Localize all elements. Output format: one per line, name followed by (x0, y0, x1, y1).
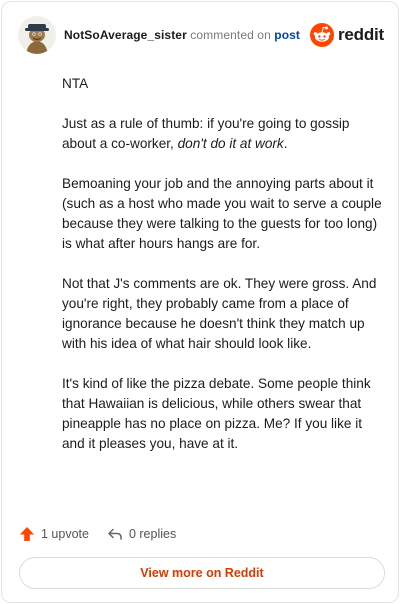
post-link[interactable]: post (274, 28, 300, 42)
comment-body: NTA Just as a rule of thumb: if you're g… (62, 74, 382, 474)
commented-on-text: commented on (190, 28, 271, 42)
upvote-button[interactable]: 1 upvote (19, 526, 89, 542)
comment-actions: 1 upvote 0 replies (19, 524, 194, 544)
comment-text: . (283, 136, 288, 151)
reddit-wordmark: reddit (337, 25, 384, 44)
comment-paragraph: Bemoaning your job and the annoying part… (62, 176, 382, 251)
username-link[interactable]: NotSoAverage_sister (64, 28, 187, 42)
reply-arrow-icon (108, 528, 122, 540)
comment-header: NotSoAverage_sister commented on post re… (18, 16, 384, 56)
reddit-logo[interactable]: reddit (309, 22, 384, 48)
comment-embed-card: NotSoAverage_sister commented on post re… (1, 1, 399, 603)
comment-paragraph: Just as a rule of thumb: if you're going… (62, 114, 382, 154)
reddit-snoo-icon (309, 23, 334, 47)
comment-paragraph: It's kind of like the pizza debate. Some… (62, 376, 371, 451)
upvote-count: 1 upvote (41, 527, 89, 541)
upvote-arrow-icon (20, 527, 34, 541)
view-more-on-reddit-button[interactable]: View more on Reddit (19, 557, 385, 589)
replies-count: 0 replies (128, 527, 177, 541)
replies-button[interactable]: 0 replies (107, 526, 176, 542)
user-avatar-icon[interactable] (18, 16, 56, 54)
comment-paragraph: Not that J's comments are ok. They were … (62, 276, 377, 351)
comment-paragraph: NTA (62, 76, 89, 91)
byline: NotSoAverage_sister commented on post (64, 28, 300, 42)
comment-emphasis: don't do it at work (177, 136, 284, 151)
